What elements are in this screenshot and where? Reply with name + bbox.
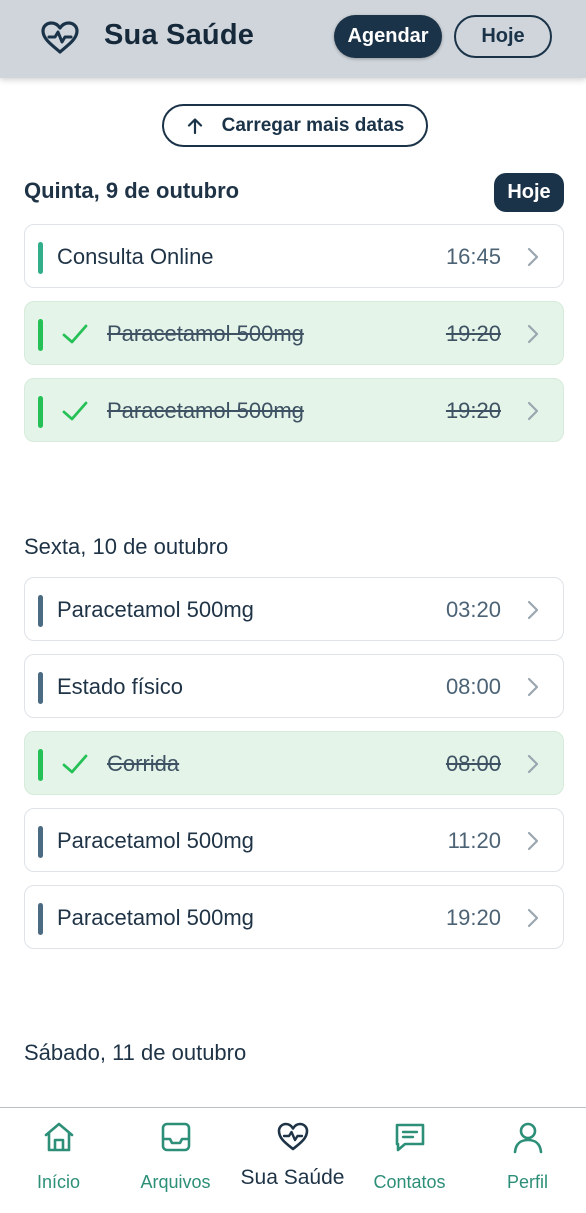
chevron-right-icon	[527, 401, 539, 421]
check-icon	[62, 401, 88, 421]
check-icon	[62, 754, 88, 774]
list-item[interactable]: Consulta Online 16:45	[24, 224, 564, 288]
item-time: 19:20	[445, 321, 501, 346]
item-title: Paracetamol 500mg	[107, 321, 304, 346]
nav-item-inicio[interactable]: Início	[0, 1108, 117, 1213]
list-item[interactable]: Paracetamol 500mg 03:20	[24, 577, 564, 641]
schedule-button[interactable]: Agendar	[334, 15, 442, 58]
status-bar	[38, 903, 43, 935]
nav-item-perfil[interactable]: Perfil	[469, 1108, 586, 1213]
list-item[interactable]: Corrida 08:00	[24, 731, 564, 795]
nav-label: Contatos	[373, 1172, 446, 1192]
list-item[interactable]: Paracetamol 500mg 19:20	[24, 885, 564, 949]
chevron-right-icon	[527, 908, 539, 928]
nav-item-arquivos[interactable]: Arquivos	[117, 1108, 234, 1213]
today-badge: Hoje	[494, 173, 564, 212]
status-bar	[38, 319, 43, 351]
item-title: Paracetamol 500mg	[57, 905, 254, 930]
status-bar	[38, 749, 43, 781]
item-time: 03:20	[445, 597, 501, 622]
item-title: Paracetamol 500mg	[57, 828, 254, 853]
list-item[interactable]: Paracetamol 500mg 19:20	[24, 301, 564, 365]
load-more-label: Carregar mais datas	[221, 114, 405, 136]
status-bar	[38, 396, 43, 428]
item-time: 19:20	[445, 398, 501, 423]
item-time: 08:00	[445, 674, 501, 699]
status-bar	[38, 595, 43, 627]
item-time: 11:20	[447, 828, 501, 853]
arrow-up-icon	[187, 117, 202, 134]
heart-pulse-icon	[277, 1122, 308, 1151]
chevron-right-icon	[527, 677, 539, 697]
bottom-navigation: Início Arquivos Sua Saúde Contatos Perfi…	[0, 1107, 586, 1213]
nav-label: Arquivos	[140, 1172, 211, 1192]
item-time: 16:45	[445, 244, 501, 269]
app-title: Sua Saúde	[104, 19, 255, 51]
chevron-right-icon	[527, 831, 539, 851]
user-icon	[513, 1122, 542, 1154]
nav-item-contatos[interactable]: Contatos	[351, 1108, 468, 1213]
day-heading: Sexta, 10 de outubro	[24, 534, 229, 559]
day-heading: Quinta, 9 de outubro	[24, 178, 240, 203]
item-time: 08:00	[445, 751, 501, 776]
list-item[interactable]: Paracetamol 500mg 11:20	[24, 808, 564, 872]
chevron-right-icon	[527, 754, 539, 774]
list-item[interactable]: Paracetamol 500mg 19:20	[24, 378, 564, 442]
item-title: Paracetamol 500mg	[107, 398, 304, 423]
item-time: 19:20	[445, 905, 501, 930]
status-bar	[38, 826, 43, 858]
nav-label: Perfil	[506, 1172, 548, 1192]
item-title: Estado físico	[57, 674, 183, 699]
nav-label: Sua Saúde	[240, 1166, 345, 1189]
status-bar	[38, 672, 43, 704]
app-header: Sua Saúde Agendar Hoje	[0, 0, 586, 78]
home-icon	[44, 1122, 73, 1152]
chat-icon	[395, 1123, 424, 1152]
load-more-dates-button[interactable]: Carregar mais datas	[162, 104, 428, 147]
check-icon	[62, 324, 88, 344]
nav-item-sua-saude[interactable]: Sua Saúde	[234, 1108, 351, 1213]
chevron-right-icon	[527, 324, 539, 344]
chevron-right-icon	[527, 247, 539, 267]
inbox-icon	[161, 1122, 190, 1152]
item-title: Paracetamol 500mg	[57, 597, 254, 622]
day-heading: Sábado, 11 de outubro	[24, 1040, 247, 1065]
status-bar	[38, 242, 43, 274]
chevron-right-icon	[527, 600, 539, 620]
heart-pulse-icon	[41, 21, 79, 54]
item-title: Corrida	[107, 751, 180, 776]
today-button[interactable]: Hoje	[454, 15, 552, 58]
list-item[interactable]: Estado físico 08:00	[24, 654, 564, 718]
item-title: Consulta Online	[57, 244, 214, 269]
nav-label: Início	[36, 1172, 81, 1192]
